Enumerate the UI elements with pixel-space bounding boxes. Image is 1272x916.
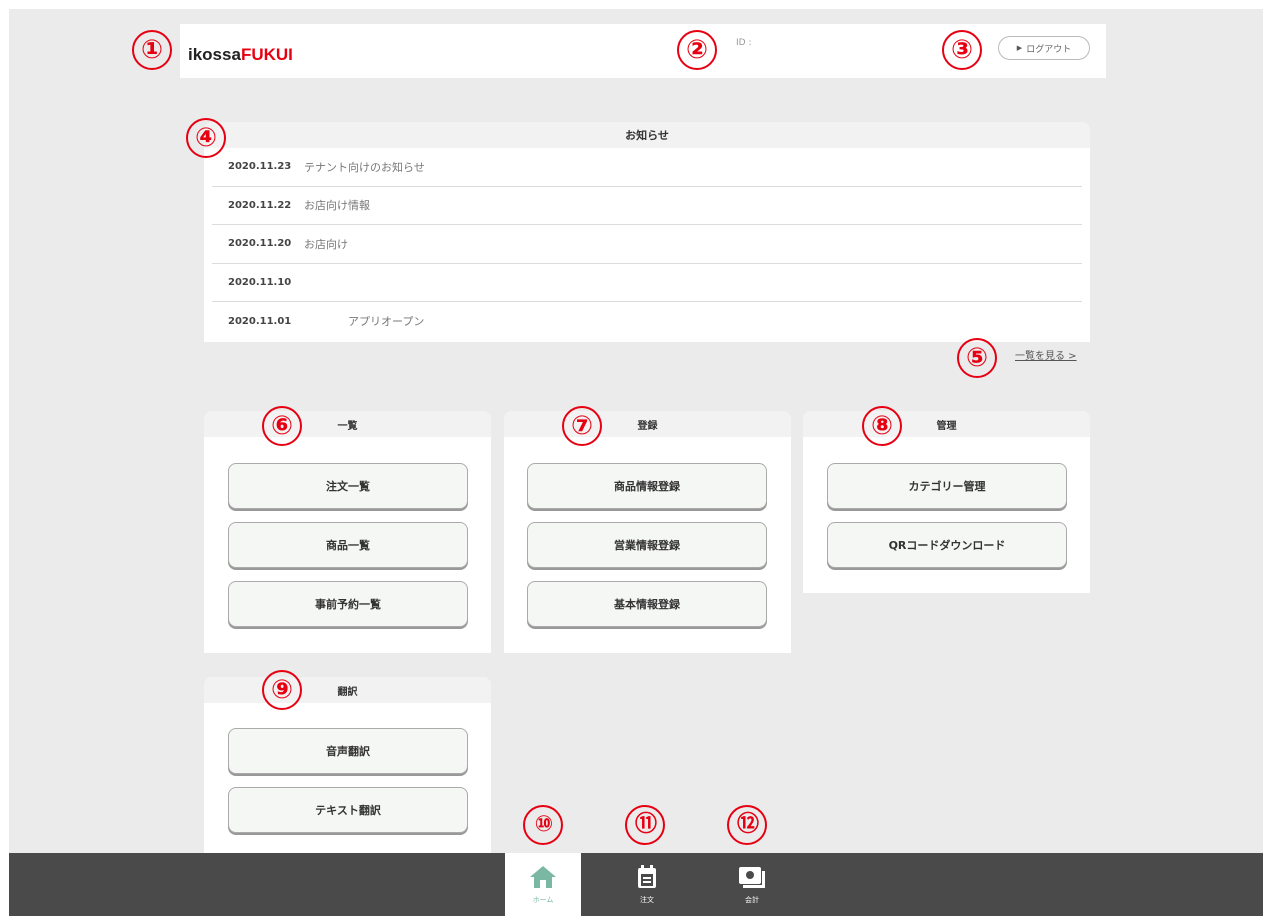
annotation-marker-4: ④ [186, 118, 226, 158]
news-date: 2020.11.22 [228, 199, 292, 211]
nav-home-label: ホーム [532, 895, 554, 904]
annotation-marker-12: ⑫ [727, 805, 767, 845]
user-id-label: ID : [736, 38, 752, 48]
annotation-marker-9: ⑨ [262, 670, 302, 710]
voice-translate-button[interactable]: 音声翻訳 [228, 728, 468, 774]
manage-panel-title: 管理 [803, 411, 1090, 437]
business-register-button[interactable]: 営業情報登録 [527, 522, 767, 568]
annotation-marker-7: ⑦ [562, 406, 602, 446]
news-date: 2020.11.20 [228, 238, 292, 250]
annotation-marker-1: ① [132, 30, 172, 70]
nav-order[interactable]: 注文 [609, 853, 685, 916]
reservation-list-button[interactable]: 事前予約一覧 [228, 581, 468, 627]
annotation-marker-11: ⑪ [625, 805, 665, 845]
category-manage-button[interactable]: カテゴリー管理 [827, 463, 1067, 509]
nav-accounting[interactable]: 会計 [714, 853, 790, 916]
annotation-marker-8: ⑧ [862, 406, 902, 446]
product-list-button[interactable]: 商品一覧 [228, 522, 468, 568]
logo-text-2: FUKUI [240, 45, 293, 64]
news-title-text: お店向け [304, 237, 348, 251]
news-item[interactable]: 2020.11.20 お店向け [212, 225, 1082, 264]
news-title: お知らせ [204, 122, 1090, 148]
annotation-marker-10: ⑩ [523, 805, 563, 845]
triangle-right-icon: ▶ [1016, 44, 1023, 52]
product-register-button[interactable]: 商品情報登録 [527, 463, 767, 509]
nav-home[interactable]: ホーム [505, 853, 581, 916]
annotation-marker-3: ③ [942, 30, 982, 70]
logo-text-1: ikossa [188, 45, 241, 64]
logout-button[interactable]: ▶ ログアウト [998, 36, 1090, 60]
nav-order-label: 注文 [640, 895, 654, 904]
basic-register-button[interactable]: 基本情報登録 [527, 581, 767, 627]
list-panel-title: 一覧 [204, 411, 491, 437]
news-title-text: お店向け情報 [304, 199, 370, 213]
qr-download-button[interactable]: QRコードダウンロード [827, 522, 1067, 568]
annotation-marker-2: ② [677, 30, 717, 70]
news-more-link[interactable]: 一覧を見る > [1015, 347, 1077, 362]
news-title-text: テナント向けのお知らせ [304, 160, 425, 174]
news-date: 2020.11.01 [228, 315, 292, 327]
home-icon [530, 865, 556, 888]
news-item[interactable]: 2020.11.22 お店向け情報 [212, 187, 1082, 225]
logout-label: ログアウト [1026, 44, 1072, 55]
news-date: 2020.11.23 [228, 161, 292, 173]
register-panel-title: 登録 [504, 411, 791, 437]
wallet-icon [739, 866, 765, 888]
news-panel: お知らせ 2020.11.23 テナント向けのお知らせ 2020.11.22 お… [204, 122, 1090, 342]
translate-panel-title: 翻訳 [204, 677, 491, 703]
order-list-button[interactable]: 注文一覧 [228, 463, 468, 509]
calendar-icon [638, 864, 656, 888]
annotation-marker-5: ⑤ [957, 338, 997, 378]
text-translate-button[interactable]: テキスト翻訳 [228, 787, 468, 833]
app-logo: ikossaFUKUI [188, 45, 293, 65]
news-date: 2020.11.10 [228, 276, 292, 288]
annotation-marker-6: ⑥ [262, 406, 302, 446]
news-title-text: アプリオープン [348, 315, 425, 329]
news-item[interactable]: 2020.11.01 アプリオープン [212, 302, 1082, 341]
news-item[interactable]: 2020.11.23 テナント向けのお知らせ [212, 148, 1082, 187]
news-item[interactable]: 2020.11.10 [212, 264, 1082, 302]
nav-accounting-label: 会計 [745, 895, 759, 904]
